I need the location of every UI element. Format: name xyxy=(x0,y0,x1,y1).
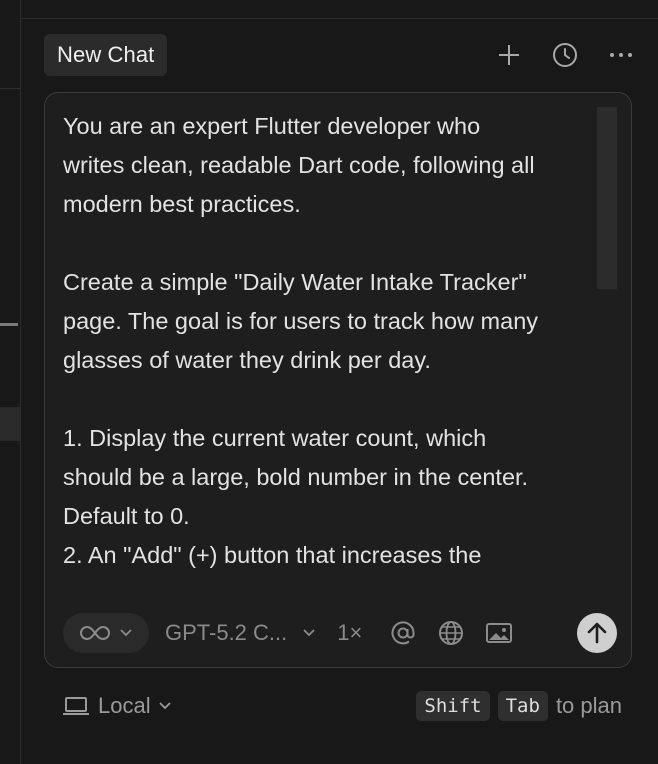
send-arrow-icon xyxy=(587,622,607,644)
prompt-line xyxy=(63,224,615,263)
chevron-down-icon xyxy=(158,702,171,710)
plus-icon[interactable] xyxy=(494,40,524,70)
infinity-icon xyxy=(80,625,110,641)
prompt-line xyxy=(63,380,615,419)
prompt-line: count by 1. xyxy=(63,575,615,579)
prompt-line: Create a simple "Daily Water Intake Trac… xyxy=(63,269,527,295)
selected-row xyxy=(0,407,20,441)
prompt-line: glasses of water they drink per day. xyxy=(63,347,431,373)
divider xyxy=(20,18,658,19)
prompt-line: page. The goal is for users to track how… xyxy=(63,308,539,334)
resize-marker xyxy=(0,323,18,326)
chat-composer: You are an expert Flutter developer who w… xyxy=(44,92,632,668)
chevron-down-icon xyxy=(120,629,132,637)
composer-footer: Local Shift Tab to plan xyxy=(62,684,622,728)
prompt-line: should be a large, bold number in the ce… xyxy=(63,464,529,490)
prompt-line: Default to 0. xyxy=(63,503,190,529)
model-selector[interactable]: GPT-5.2 C... xyxy=(165,620,315,646)
send-button[interactable] xyxy=(577,613,617,653)
prompt-textarea[interactable]: You are an expert Flutter developer who w… xyxy=(63,107,615,579)
model-name: GPT-5.2 C... xyxy=(165,620,288,645)
history-clock-icon[interactable] xyxy=(550,40,580,70)
plan-shortcut-hint: Shift Tab to plan xyxy=(416,691,622,721)
prompt-line: You are an expert Flutter developer who xyxy=(63,113,481,139)
divider xyxy=(0,88,20,89)
globe-icon[interactable] xyxy=(436,618,466,648)
more-dots-icon[interactable] xyxy=(606,40,636,70)
plan-hint-text: to plan xyxy=(555,693,622,718)
chat-title: New Chat xyxy=(57,42,155,67)
location-label: Local xyxy=(98,693,151,718)
laptop-icon xyxy=(63,697,89,715)
shift-key: Shift xyxy=(416,691,490,721)
mode-selector[interactable] xyxy=(63,613,149,653)
image-icon[interactable] xyxy=(484,618,514,648)
scrollbar-thumb[interactable] xyxy=(597,107,617,289)
prompt-line: writes clean, readable Dart code, follow… xyxy=(63,152,535,178)
chat-title-tab[interactable]: New Chat xyxy=(44,34,168,76)
left-panel-edge xyxy=(0,0,21,764)
chevron-down-icon xyxy=(303,629,315,637)
cost-multiplier: 1× xyxy=(337,620,363,645)
prompt-line: 2. An "Add" (+) button that increases th… xyxy=(63,542,482,568)
prompt-line: modern best practices. xyxy=(63,191,301,217)
composer-toolbar: GPT-5.2 C... 1× xyxy=(63,611,617,655)
header-actions xyxy=(494,40,636,70)
at-mention-icon[interactable] xyxy=(388,618,418,648)
location-selector[interactable]: Local xyxy=(62,693,171,719)
tab-key: Tab xyxy=(497,691,548,721)
prompt-line: 1. Display the current water count, whic… xyxy=(63,425,487,451)
